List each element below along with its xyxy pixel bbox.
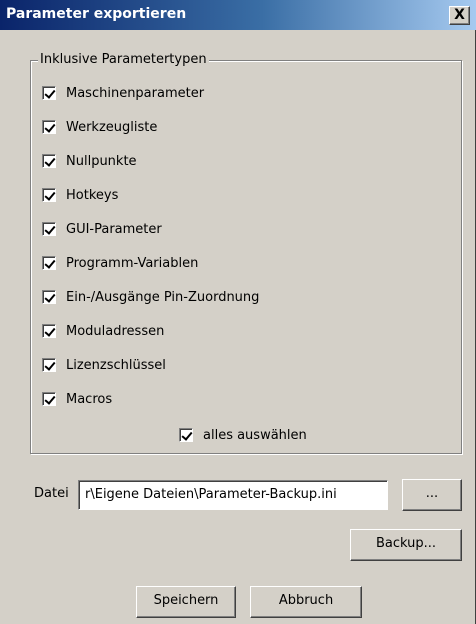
close-button[interactable]: X [449, 6, 470, 25]
checkbox-checked-icon[interactable] [42, 256, 56, 270]
checkbox-checked-icon[interactable] [42, 358, 56, 372]
checkbox-label: Macros [66, 391, 113, 407]
checkbox-checked-icon[interactable] [42, 154, 56, 168]
file-label: Datei [34, 486, 69, 501]
group-legend: Inklusive Parametertypen [38, 52, 209, 67]
checkbox-checked-icon[interactable] [179, 428, 193, 442]
window-title: Parameter exportieren [6, 6, 187, 22]
checkbox-checked-icon[interactable] [42, 324, 56, 338]
checkbox-checked-icon[interactable] [42, 290, 56, 304]
checkbox-label: Werkzeugliste [66, 119, 158, 135]
checkbox-checked-icon[interactable] [42, 392, 56, 406]
checkbox-label: alles auswählen [203, 427, 307, 443]
checkbox-gui-parameter[interactable]: GUI-Parameter [42, 220, 162, 238]
save-button[interactable]: Speichern [136, 586, 236, 618]
checkbox-label: Programm-Variablen [66, 255, 199, 271]
checkbox-label: Nullpunkte [66, 153, 137, 169]
browse-button[interactable]: ... [402, 479, 462, 511]
checkbox-label: Moduladressen [66, 323, 165, 339]
checkbox-label: Hotkeys [66, 187, 119, 203]
checkbox-lizenzschluessel[interactable]: Lizenzschlüssel [42, 356, 166, 374]
checkbox-label: Ein-/Ausgänge Pin-Zuordnung [66, 289, 260, 305]
export-parameters-dialog: Parameter exportieren X Inklusive Parame… [0, 0, 476, 624]
backup-button[interactable]: Backup... [350, 529, 462, 561]
checkbox-checked-icon[interactable] [42, 222, 56, 236]
file-path-input[interactable]: r\Eigene Dateien\Parameter-Backup.ini [78, 480, 388, 510]
checkbox-checked-icon[interactable] [42, 86, 56, 100]
cancel-button[interactable]: Abbruch [250, 586, 362, 618]
checkbox-programm-variablen[interactable]: Programm-Variablen [42, 254, 198, 272]
checkbox-moduladressen[interactable]: Moduladressen [42, 322, 164, 340]
checkbox-macros[interactable]: Macros [42, 390, 112, 408]
checkbox-label: Lizenzschlüssel [66, 357, 166, 373]
title-bar[interactable]: Parameter exportieren X [0, 0, 476, 30]
checkbox-werkzeugliste[interactable]: Werkzeugliste [42, 118, 157, 136]
checkbox-maschinenparameter[interactable]: Maschinenparameter [42, 84, 204, 102]
checkbox-checked-icon[interactable] [42, 120, 56, 134]
checkbox-select-all[interactable]: alles auswählen [179, 426, 307, 444]
checkbox-label: Maschinenparameter [66, 85, 205, 101]
checkbox-label: GUI-Parameter [66, 221, 162, 237]
checkbox-nullpunkte[interactable]: Nullpunkte [42, 152, 137, 170]
checkbox-io-pin-mapping[interactable]: Ein-/Ausgänge Pin-Zuordnung [42, 288, 259, 306]
checkbox-hotkeys[interactable]: Hotkeys [42, 186, 118, 204]
checkbox-checked-icon[interactable] [42, 188, 56, 202]
